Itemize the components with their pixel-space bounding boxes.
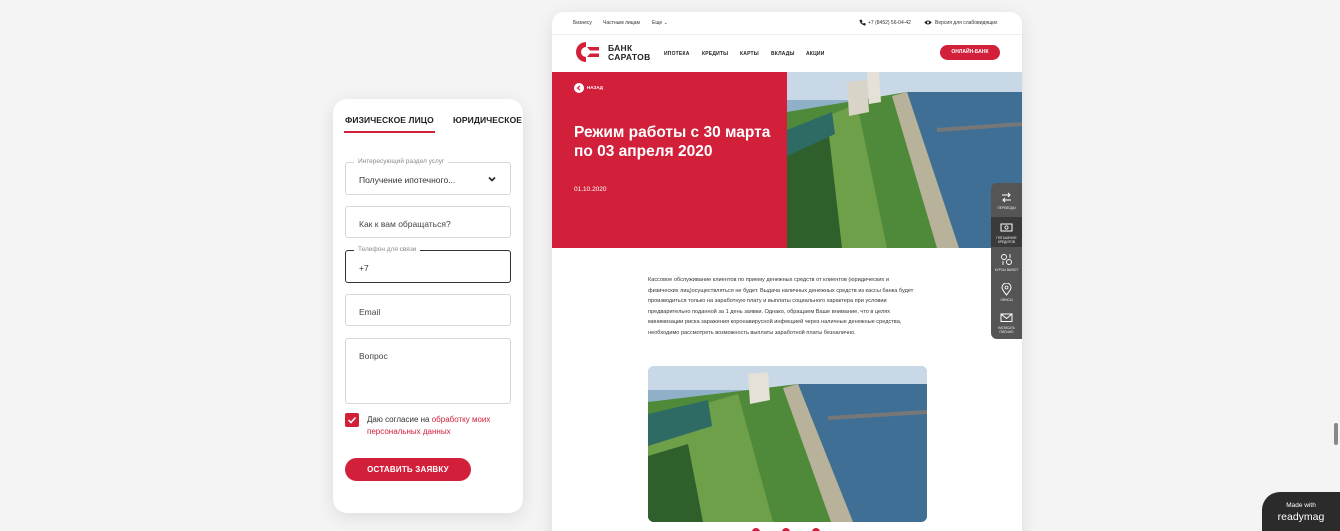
article-city-photo xyxy=(648,366,927,522)
chevron-down-icon xyxy=(488,176,496,182)
topbar-more-label: Еще xyxy=(652,20,663,26)
online-bank-button[interactable]: ОНЛАЙН-БАНК xyxy=(940,45,1000,60)
currency-icon xyxy=(1001,254,1012,265)
consent-checkbox[interactable] xyxy=(345,413,359,427)
nav-mortgage[interactable]: ИПОТЕКА xyxy=(664,51,690,57)
widget-write-letter[interactable]: НАПИСАТЬ ПИСЬМО xyxy=(991,307,1022,337)
topbar-phone[interactable]: +7 (8452) 56-04-42 xyxy=(868,20,911,26)
email-placeholder: Email xyxy=(359,307,381,317)
badge-line-1: Made with xyxy=(1286,502,1316,509)
name-placeholder: Как к вам обращаться? xyxy=(359,219,451,229)
hero-date: 01.10.2020 xyxy=(574,186,607,193)
phone-value: +7 xyxy=(359,263,369,273)
phone-field-label: Телефон для связи xyxy=(354,246,421,253)
quick-actions-widget: ПЕРЕВОДЫ ПОГАШЕНИЕ КРЕДИТОВ КУРСЫ ВАЛЮТ … xyxy=(991,183,1022,339)
consent-prefix: Даю согласие на xyxy=(367,415,432,424)
name-field[interactable]: Как к вам обращаться? xyxy=(345,206,511,238)
checkmark-icon xyxy=(347,416,357,424)
nav-deposits[interactable]: ВКЛАДЫ xyxy=(771,51,795,57)
widget-loan-repayment-label: ПОГАШЕНИЕ КРЕДИТОВ xyxy=(996,236,1017,244)
hero-banner: НАЗАД Режим работы с 30 марта по 03 апре… xyxy=(552,72,1022,248)
readymag-badge[interactable]: Made with readymag xyxy=(1262,492,1340,531)
hero-title: Режим работы с 30 марта по 03 апреля 202… xyxy=(574,124,771,160)
tab-legal-entity[interactable]: ЮРИДИЧЕСКОЕ xyxy=(453,115,522,125)
bank-logo-text: БАНК САРАТОВ xyxy=(608,44,651,62)
page-scrollbar[interactable] xyxy=(1334,423,1338,445)
nav-promotions[interactable]: АКЦИИ xyxy=(806,51,825,57)
topbar-link-business[interactable]: Бизнесу xyxy=(573,20,592,26)
top-bar: Бизнесу Частным лицам Еще ⌄ +7 (8452) 56… xyxy=(552,12,1022,34)
widget-offices[interactable]: ОФИСЫ xyxy=(991,279,1022,309)
widget-exchange-rates-label: КУРСЫ ВАЛЮТ xyxy=(994,268,1019,272)
topbar-accessibility-link[interactable]: Версия для слабовидящих xyxy=(935,20,998,26)
bank-logo-icon[interactable] xyxy=(572,41,600,63)
widget-loan-repayment[interactable]: ПОГАШЕНИЕ КРЕДИТОВ xyxy=(991,217,1022,247)
question-textarea[interactable]: Вопрос xyxy=(345,338,511,404)
eye-icon xyxy=(924,20,932,25)
cash-icon xyxy=(1000,223,1013,232)
consent-text: Даю согласие на обработку моих персональ… xyxy=(367,414,517,438)
hero-city-photo xyxy=(787,72,1022,248)
phone-field[interactable]: Телефон для связи +7 xyxy=(345,246,511,283)
badge-line-2: readymag xyxy=(1277,511,1325,523)
service-select-label: Интересующий раздел услуг xyxy=(354,158,449,165)
tab-individual[interactable]: ФИЗИЧЕСКОЕ ЛИЦО xyxy=(344,115,435,133)
topbar-link-individuals[interactable]: Частным лицам xyxy=(603,20,640,26)
map-pin-icon xyxy=(1001,283,1012,296)
back-label: НАЗАД xyxy=(587,85,603,90)
bank-website-frame: Бизнесу Частным лицам Еще ⌄ +7 (8452) 56… xyxy=(552,12,1022,531)
hero-text-panel: НАЗАД Режим работы с 30 марта по 03 апре… xyxy=(552,72,787,248)
nav-cards[interactable]: КАРТЫ xyxy=(740,51,759,57)
article-body: Кассовое обслуживание клиентов по приему… xyxy=(648,277,914,336)
widget-transfers-label: ПЕРЕВОДЫ xyxy=(997,206,1016,210)
client-type-tabs: ФИЗИЧЕСКОЕ ЛИЦО ЮРИДИЧЕСКОЕ xyxy=(333,111,523,139)
widget-exchange-rates[interactable]: КУРСЫ ВАЛЮТ xyxy=(991,249,1022,279)
back-arrow-icon xyxy=(574,83,584,93)
service-select-value: Получение ипотечного... xyxy=(359,175,456,185)
submit-request-button[interactable]: ОСТАВИТЬ ЗАЯВКУ xyxy=(345,458,471,481)
nav-credits[interactable]: КРЕДИТЫ xyxy=(702,51,728,57)
transfer-arrows-icon xyxy=(1002,192,1011,203)
widget-offices-label: ОФИСЫ xyxy=(1000,298,1013,302)
question-placeholder: Вопрос xyxy=(359,351,388,361)
main-nav: БАНК САРАТОВ ИПОТЕКА КРЕДИТЫ КАРТЫ ВКЛАД… xyxy=(552,34,1022,72)
service-select[interactable]: Интересующий раздел услуг Получение ипот… xyxy=(345,158,511,195)
request-form-card: ФИЗИЧЕСКОЕ ЛИЦО ЮРИДИЧЕСКОЕ Интересующий… xyxy=(333,99,523,513)
email-field[interactable]: Email xyxy=(345,294,511,326)
envelope-icon xyxy=(1000,313,1013,322)
topbar-link-more[interactable]: Еще ⌄ xyxy=(652,20,668,26)
phone-icon xyxy=(859,19,866,26)
widget-write-letter-label: НАПИСАТЬ ПИСЬМО xyxy=(997,326,1016,334)
widget-transfers[interactable]: ПЕРЕВОДЫ xyxy=(991,187,1022,217)
logo-line-2: САРАТОВ xyxy=(608,52,651,62)
